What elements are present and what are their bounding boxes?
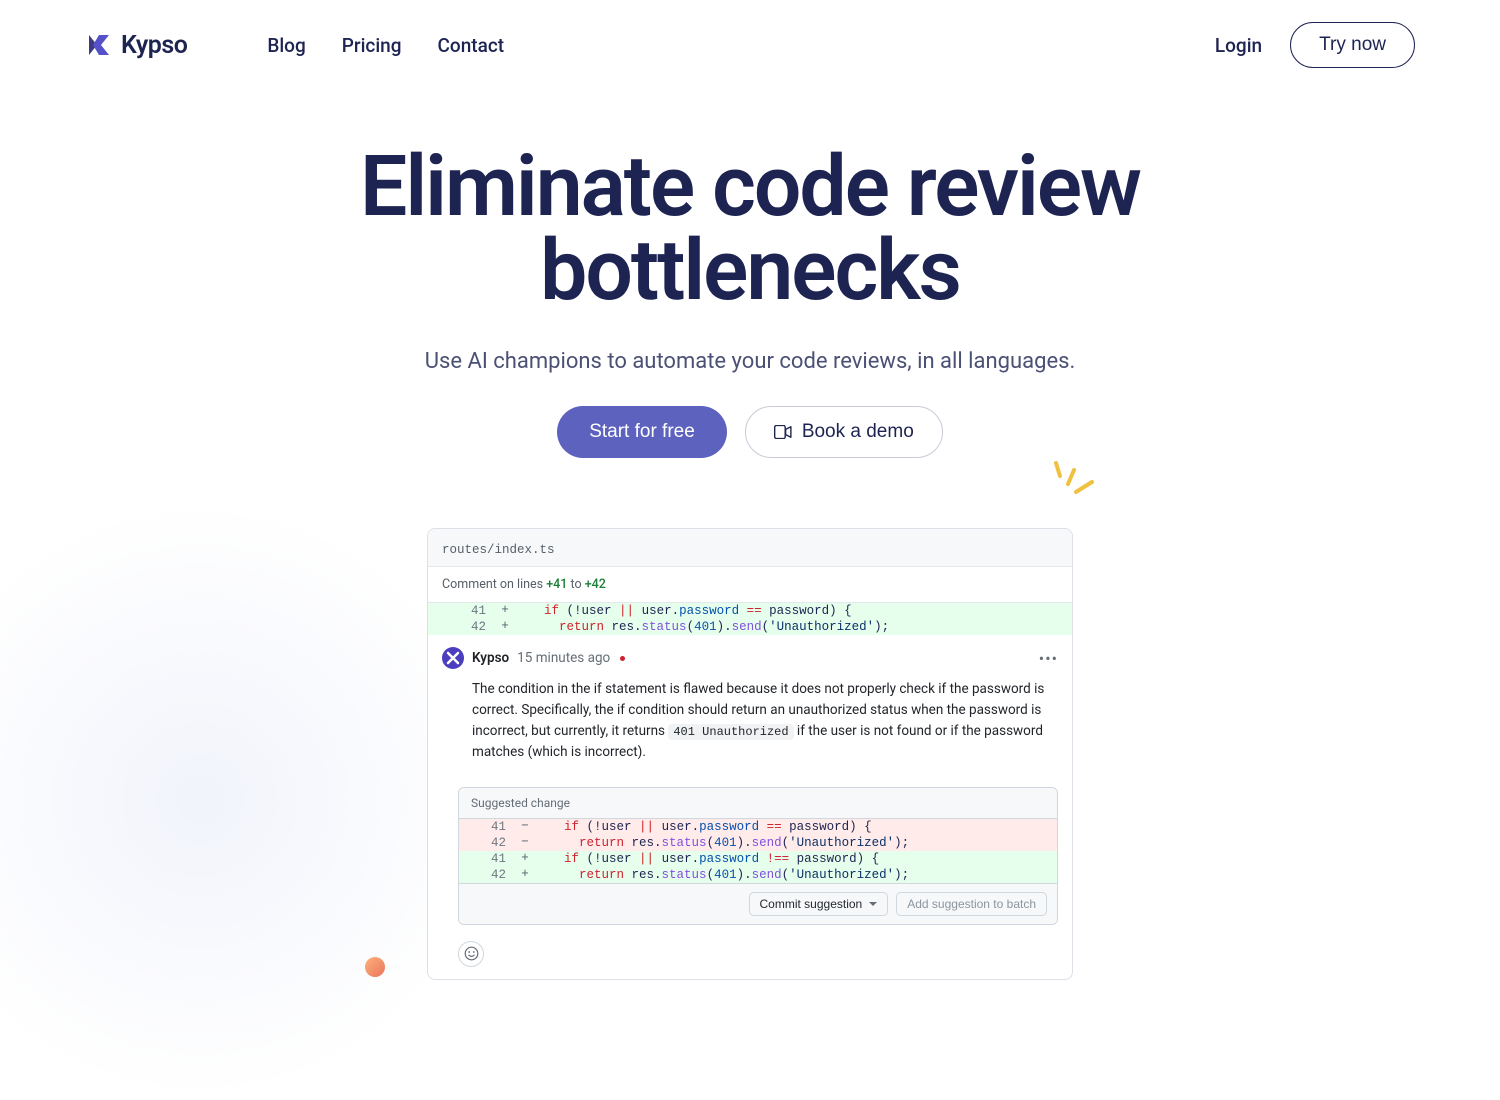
code-content: if (!user || user.password == password) … xyxy=(514,603,852,619)
code-content: if (!user || user.password !== password)… xyxy=(534,851,879,867)
try-now-button[interactable]: Try now xyxy=(1290,22,1415,68)
nav-blog[interactable]: Blog xyxy=(267,34,305,57)
line-number: 42 xyxy=(428,619,496,635)
line-number: 42 xyxy=(459,835,516,851)
code-line: 42 + return res.status(401).send('Unauth… xyxy=(428,619,1072,635)
code-line: 42 − return res.status(401).send('Unauth… xyxy=(459,835,1057,851)
logo-icon xyxy=(85,31,113,59)
commit-suggestion-button[interactable]: Commit suggestion xyxy=(749,892,889,916)
avatar-next xyxy=(365,957,385,977)
line-number: 41 xyxy=(428,603,496,619)
avatar-x-icon xyxy=(446,651,460,665)
video-icon xyxy=(774,425,792,439)
cta-row: Start for free Book a demo xyxy=(0,406,1500,458)
site-header: Kypso Blog Pricing Contact Login Try now xyxy=(0,0,1500,90)
page-subhead: Use AI champions to automate your code r… xyxy=(0,349,1500,374)
comment-lines-info: Comment on lines +41 to +42 xyxy=(428,567,1072,603)
line-number: 41 xyxy=(459,819,516,835)
nav-contact[interactable]: Contact xyxy=(438,34,505,57)
accent-icon xyxy=(1048,458,1103,513)
suggestion-actions: Commit suggestion Add suggestion to batc… xyxy=(459,883,1057,924)
reaction-row xyxy=(428,935,1072,979)
diff-sign: + xyxy=(496,603,514,619)
comment-to: +42 xyxy=(585,577,606,592)
card-header: routes/index.ts xyxy=(428,529,1072,567)
commenter-row: Kypso 15 minutes ago ••• xyxy=(442,647,1058,669)
comment-lines-prefix: Comment on lines xyxy=(442,577,546,592)
diff-sign: − xyxy=(516,819,534,835)
suggested-change-header: Suggested change xyxy=(459,788,1057,819)
logo[interactable]: Kypso xyxy=(85,31,187,60)
diff-sign: − xyxy=(516,835,534,851)
chevron-down-icon xyxy=(869,902,877,906)
code-block-original: 41 + if (!user || user.password == passw… xyxy=(428,603,1072,635)
code-line: 41 − if (!user || user.password == passw… xyxy=(459,819,1057,835)
line-number: 42 xyxy=(459,867,516,883)
comment-to-word: to xyxy=(567,577,584,592)
code-line: 42 + return res.status(401).send('Unauth… xyxy=(459,867,1057,883)
review-card: routes/index.ts Comment on lines +41 to … xyxy=(427,528,1073,980)
commit-label: Commit suggestion xyxy=(760,897,863,911)
diff-sign: + xyxy=(496,619,514,635)
comment-time: 15 minutes ago xyxy=(517,650,610,666)
code-block-suggestion: 41 − if (!user || user.password == passw… xyxy=(459,819,1057,883)
start-for-free-button[interactable]: Start for free xyxy=(557,406,727,458)
login-link[interactable]: Login xyxy=(1215,34,1262,57)
code-content: return res.status(401).send('Unauthorize… xyxy=(514,619,889,635)
file-name: routes/index.ts xyxy=(442,543,555,557)
code-content: return res.status(401).send('Unauthorize… xyxy=(534,835,909,851)
more-options-icon[interactable]: ••• xyxy=(1039,649,1058,668)
comment-from: +41 xyxy=(546,577,567,592)
page-headline: Eliminate code review bottlenecks xyxy=(250,145,1250,313)
comment-body: Kypso 15 minutes ago ••• The condition i… xyxy=(428,635,1072,775)
line-number: 41 xyxy=(459,851,516,867)
code-line: 41 + if (!user || user.password !== pass… xyxy=(459,851,1057,867)
status-dot-icon xyxy=(620,656,625,661)
nav: Blog Pricing Contact xyxy=(267,34,504,57)
nav-pricing[interactable]: Pricing xyxy=(342,34,402,57)
diff-sign: + xyxy=(516,851,534,867)
add-reaction-button[interactable] xyxy=(458,941,484,967)
avatar[interactable] xyxy=(442,647,464,669)
book-demo-button[interactable]: Book a demo xyxy=(745,406,943,458)
add-to-batch-button[interactable]: Add suggestion to batch xyxy=(896,892,1047,916)
book-demo-label: Book a demo xyxy=(802,421,914,443)
suggested-change-box: Suggested change 41 − if (!user || user.… xyxy=(458,787,1058,925)
comment-text: The condition in the if statement is fla… xyxy=(442,679,1058,763)
logo-text: Kypso xyxy=(121,31,187,60)
code-content: if (!user || user.password == password) … xyxy=(534,819,872,835)
code-chip: 401 Unauthorized xyxy=(668,724,793,740)
commenter-name[interactable]: Kypso xyxy=(472,650,509,666)
smiley-icon xyxy=(464,946,479,961)
code-content: return res.status(401).send('Unauthorize… xyxy=(534,867,909,883)
diff-sign: + xyxy=(516,867,534,883)
code-line: 41 + if (!user || user.password == passw… xyxy=(428,603,1072,619)
